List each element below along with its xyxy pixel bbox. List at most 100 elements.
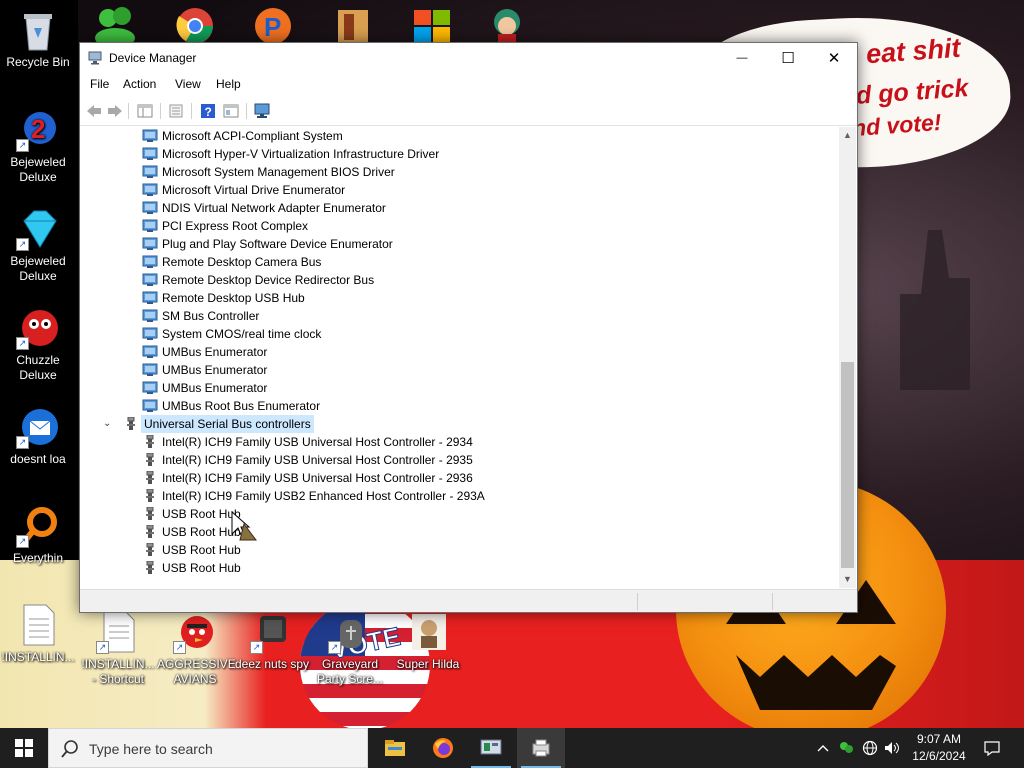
device-view-icon — [223, 104, 239, 118]
list-view-button[interactable] — [166, 101, 186, 121]
desktop-icon-bejeweled[interactable]: 2 ↗ Bejeweled Deluxe — [0, 108, 76, 185]
desktop-icon-label: Everythin — [12, 551, 64, 565]
bejeweled-icon: 2 ↗ — [16, 108, 60, 152]
minimize-icon: — — [736, 52, 748, 64]
help-icon: ? — [201, 104, 215, 119]
toolbar-separator — [246, 103, 247, 119]
search-placeholder: Type here to search — [89, 741, 213, 757]
taskbar-firefox[interactable] — [419, 728, 467, 768]
tree-item-label: Intel(R) ICH9 Family USB Universal Host … — [162, 453, 473, 467]
clock[interactable]: 9:07 AM 12/6/2024 — [906, 731, 972, 765]
close-button[interactable]: ✕ — [811, 43, 857, 73]
start-button[interactable] — [0, 728, 48, 768]
taskbar-device-manager[interactable] — [467, 728, 515, 768]
desktop-icon-label: AGGRESSIVE AVIANS — [157, 657, 236, 686]
back-button[interactable] — [84, 101, 104, 121]
tree-item-label: Remote Desktop Device Redirector Bus — [162, 273, 375, 287]
contacts-app-icon[interactable] — [90, 4, 140, 48]
device-view-button[interactable] — [221, 101, 241, 121]
menu-view[interactable]: View — [175, 77, 201, 91]
title-bar[interactable]: Device Manager — ☐ ✕ — [80, 43, 857, 74]
tree-item-label: Microsoft System Management BIOS Driver — [162, 165, 395, 179]
desktop-icon-label: deez nuts spy — [234, 657, 310, 671]
system-device-icon — [142, 219, 158, 232]
wallpaper-castle — [900, 230, 970, 390]
system-device-icon — [142, 345, 158, 358]
shortcut-arrow-icon: ↗ — [16, 337, 29, 350]
maximize-icon: ☐ — [781, 50, 795, 67]
search-box[interactable]: Type here to search — [48, 728, 368, 768]
system-device-icon — [142, 201, 158, 214]
minimize-button[interactable]: — — [719, 43, 765, 73]
windows-logo-app-icon[interactable] — [408, 4, 458, 44]
toolbar-separator — [128, 103, 129, 119]
back-icon — [87, 105, 101, 117]
taskbar-printer-app[interactable] — [517, 728, 565, 768]
chrome-icon[interactable] — [170, 4, 220, 44]
usb-device-icon — [146, 525, 154, 538]
notifications-button[interactable] — [978, 728, 1006, 768]
device-manager-window: Device Manager — ☐ ✕ File Action View He… — [79, 42, 858, 613]
menu-file[interactable]: File — [90, 77, 109, 91]
tray-overflow-button[interactable] — [814, 728, 832, 768]
status-bar — [80, 589, 857, 612]
system-device-icon — [142, 129, 158, 142]
status-divider — [772, 593, 773, 610]
system-device-icon — [142, 381, 158, 394]
text-file-icon: ↗ — [96, 610, 140, 654]
desktop-icon-label: Super Hilda — [396, 657, 460, 671]
chuzzle-icon: ↗ — [16, 306, 60, 350]
cursor-icon — [231, 510, 257, 541]
desktop-icon-bejeweled-2[interactable]: ↗ Bejeweled Deluxe — [0, 207, 76, 284]
help-button[interactable]: ? — [198, 101, 218, 121]
shortcut-arrow-icon: ↗ — [16, 139, 29, 152]
forward-button[interactable] — [105, 101, 125, 121]
desktop-icon-everything[interactable]: ↗ Everythin — [0, 504, 76, 566]
toolbar: ? — [80, 96, 857, 126]
usb-device-icon — [146, 543, 154, 556]
device-tree[interactable]: Microsoft ACPI-Compliant System Microsoft… — [81, 127, 838, 588]
menu-help[interactable]: Help — [216, 77, 241, 91]
usb-device-icon — [146, 435, 154, 448]
shortcut-arrow-icon: ↗ — [250, 641, 263, 654]
maximize-button[interactable]: ☐ — [765, 43, 811, 73]
shortcut-arrow-icon: ↗ — [173, 641, 186, 654]
desktop-icon-thunderbird[interactable]: ↗ doesnt loa — [0, 405, 76, 467]
properties-view-button[interactable] — [135, 101, 155, 121]
tree-item-label: Intel(R) ICH9 Family USB2 Enhanced Host … — [162, 489, 485, 503]
desktop-icon-super-hilda[interactable]: Super Hilda — [390, 610, 466, 672]
shortcut-arrow-icon: ↗ — [16, 535, 29, 548]
vertical-scrollbar[interactable]: ▲ ▼ — [839, 127, 856, 588]
shortcut-arrow-icon: ↗ — [328, 641, 341, 654]
desktop-icon-deez-nuts-spy[interactable]: ↗ deez nuts spy — [234, 610, 310, 672]
game-app-icon[interactable] — [330, 4, 380, 44]
scroll-down-icon[interactable]: ▼ — [839, 571, 856, 588]
character-app-icon[interactable] — [482, 4, 532, 44]
device-manager-icon — [88, 51, 102, 65]
usb-device-icon — [146, 507, 154, 520]
desktop-icon-label: Recycle Bin — [6, 55, 70, 69]
desktop-icon-label: !INSTALLIN... — [1, 650, 75, 664]
scan-hardware-button[interactable] — [252, 101, 272, 121]
desktop-icon-installing-shortcut[interactable]: ↗ !INSTALLIN... - Shortcut — [80, 610, 156, 687]
tray-app-button[interactable] — [836, 728, 856, 768]
tree-item-label: UMBus Enumerator — [162, 363, 268, 377]
scroll-up-icon[interactable]: ▲ — [839, 127, 856, 144]
taskbar-file-explorer[interactable] — [371, 728, 419, 768]
desktop-icon-chuzzle[interactable]: ↗ Chuzzle Deluxe — [0, 306, 76, 383]
desktop-icon-label: Chuzzle Deluxe — [16, 353, 60, 382]
paint-app-icon[interactable]: P — [248, 4, 298, 44]
network-button[interactable] — [860, 728, 880, 768]
desktop-icon-installing[interactable]: !INSTALLIN... — [0, 603, 76, 665]
menu-action[interactable]: Action — [123, 77, 156, 91]
desktop-icon-recycle-bin[interactable]: Recycle Bin — [0, 8, 76, 70]
svg-text:?: ? — [205, 105, 212, 119]
desktop-icon-aggressive-avians[interactable]: ↗ AGGRESSIVE AVIANS — [157, 610, 236, 687]
volume-button[interactable] — [882, 728, 904, 768]
chevron-up-icon — [817, 745, 829, 752]
clock-date: 12/6/2024 — [912, 749, 966, 763]
tree-item-label: USB Root Hub — [162, 507, 241, 521]
desktop-icon-graveyard-party[interactable]: ↗ Graveyard Party Scre... — [312, 610, 388, 687]
chevron-down-icon[interactable]: ⌄ — [103, 415, 111, 433]
scroll-thumb[interactable] — [841, 362, 854, 568]
